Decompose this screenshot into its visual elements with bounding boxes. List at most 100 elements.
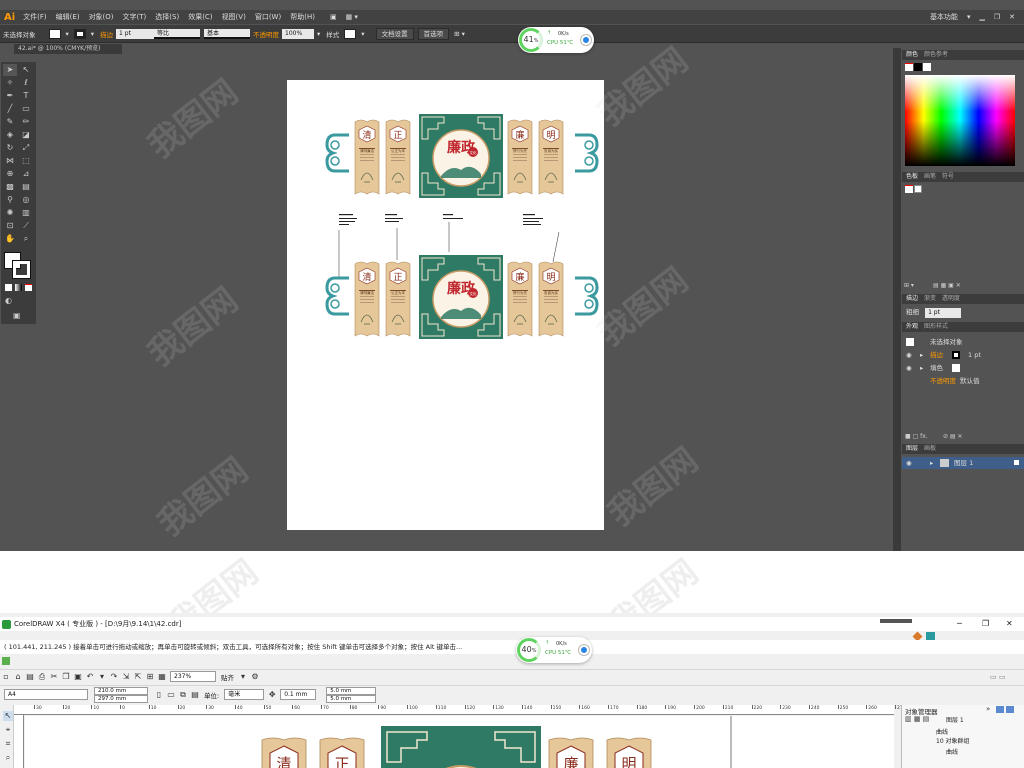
tab-graphic-styles[interactable]: 图形样式 (924, 323, 948, 330)
none-mode-icon[interactable] (25, 284, 32, 291)
expand-arrow-icon[interactable]: ▸ (920, 349, 923, 361)
obj-item-group[interactable]: 10 对象群组 (936, 736, 970, 745)
bridge-icon[interactable]: ▣ (330, 13, 337, 21)
accelerate-icon[interactable] (581, 35, 591, 45)
graphic-style-swatch[interactable] (344, 28, 357, 39)
docker-arrow-icon[interactable]: » (986, 705, 990, 713)
minimize-icon[interactable]: ▁ (979, 13, 984, 21)
document-tab[interactable]: 42.ai* @ 100% (CMYK/预览) (14, 44, 122, 54)
object-manager-toolbar[interactable]: ▥ ▦ ▤ (905, 715, 929, 723)
layer-expand-icon[interactable]: ▸ (930, 457, 933, 469)
menu-window[interactable]: 窗口(W) (255, 12, 281, 22)
stroke-label[interactable]: 描边 (100, 29, 113, 39)
rotate-tool-icon[interactable]: ↻ (3, 142, 17, 154)
page-size-select[interactable]: A4 (4, 689, 88, 700)
none-swatch-2[interactable] (905, 185, 913, 193)
units-select[interactable]: 毫米 (224, 689, 265, 700)
symbol-sprayer-tool-icon[interactable]: ✺ (3, 207, 17, 219)
visibility-eye-icon[interactable]: ◉ (906, 349, 912, 361)
workspace-switcher[interactable]: 基本功能 (930, 12, 958, 22)
toolbar-overflow-icon[interactable]: ▭ ▭ (990, 673, 1005, 681)
panel-lian-2[interactable]: 廉修行为先 (507, 261, 533, 337)
style-dropdown-icon[interactable]: ▾ (361, 30, 364, 38)
accelerate-icon[interactable] (579, 645, 589, 655)
right-endcap-1[interactable] (573, 133, 599, 173)
duplicate-y-field[interactable]: 5.0 mm (326, 694, 377, 703)
vertical-ruler[interactable] (14, 715, 24, 768)
workspace-dropdown-icon[interactable]: ▾ (967, 13, 971, 21)
pen-tool-icon[interactable]: ✒ (3, 90, 17, 102)
column-graph-tool-icon[interactable]: ▥ (19, 207, 33, 219)
menu-edit[interactable]: 编辑(E) (56, 12, 80, 22)
tab-artboards[interactable]: 画板 (924, 445, 936, 452)
all-pages-icon[interactable]: ⧉ (178, 690, 188, 700)
application-launcher-icon[interactable]: ⊞ (145, 672, 155, 682)
zoom-tool-icon[interactable]: ⌕ (19, 233, 33, 245)
hand-tool-icon[interactable]: ✋ (3, 233, 17, 245)
zoom-tool-icon[interactable]: ⌕ (3, 753, 13, 763)
cdr-center-board[interactable] (381, 726, 541, 768)
layer-row[interactable]: ◉ ▸ 图层 1 (902, 457, 1024, 469)
stroke-color-box[interactable] (12, 260, 31, 279)
menu-object[interactable]: 对象(O) (89, 12, 114, 22)
panel-zheng-1[interactable]: 正公正为本 (385, 119, 411, 195)
appearance-stroke-label[interactable]: 描边 (930, 349, 943, 361)
rectangle-tool-icon[interactable]: ▭ (19, 103, 33, 115)
current-page-icon[interactable]: ▤ (190, 690, 200, 700)
visibility-eye-icon[interactable]: ◉ (906, 362, 912, 374)
panel-ming-2[interactable]: 明忠诚为民 (538, 261, 564, 337)
opacity-field[interactable]: 100% (282, 28, 315, 39)
black-swatch[interactable] (914, 63, 922, 71)
nudge-distance-field[interactable]: 0.1 mm (280, 689, 317, 700)
artboard[interactable]: 清清明廉洁 正公正为本 廉政 文化 廉修行为先 明忠诚为民 清清明廉洁 正公正为本… (287, 80, 604, 530)
close-icon[interactable]: ✕ (1009, 13, 1015, 21)
opacity-dropdown-icon[interactable]: ▾ (317, 30, 320, 38)
save-icon[interactable]: ▤ (25, 672, 35, 682)
type-tool-icon[interactable]: T (19, 90, 33, 102)
cdr-panel-qing[interactable]: 清 (261, 737, 307, 768)
document-setup-button[interactable]: 文档设置 (375, 27, 414, 40)
cpu-monitor-widget[interactable]: 40% ↑ 0K/s CPU 51℃ (516, 637, 592, 663)
gradient-tool-icon[interactable]: ▤ (19, 181, 33, 193)
perspective-grid-tool-icon[interactable]: ⊿ (19, 168, 33, 180)
color-mode-icon[interactable] (5, 284, 12, 291)
scale-tool-icon[interactable]: ⤢ (19, 142, 33, 154)
cdr-canvas[interactable]: 清 正 廉 明 (23, 713, 894, 768)
layer-visibility-icon[interactable]: ◉ (906, 457, 912, 469)
paintbrush-tool-icon[interactable]: ✎ (3, 116, 17, 128)
snap-to-menu[interactable]: 贴齐 (221, 672, 234, 682)
panel-dock-strip[interactable] (893, 48, 901, 551)
align-options-icon[interactable]: ⊞ ▾ (454, 30, 465, 38)
stroke-weight-field[interactable]: 1 pt (116, 28, 155, 39)
cpu-monitor-widget[interactable]: 41% ↑ 0K/s CPU 51℃ (518, 27, 594, 53)
right-endcap-2[interactable] (573, 276, 599, 316)
panel-lian-1[interactable]: 廉修行为先 (507, 119, 533, 195)
fill-swatch[interactable] (48, 28, 61, 39)
tab-layers[interactable]: 图层 (906, 445, 918, 452)
appearance-row-stroke[interactable]: ◉ ▸ 描边 1 pt (902, 349, 1024, 361)
left-endcap-1[interactable] (325, 133, 351, 173)
opacity-label[interactable]: 不透明度 (253, 29, 279, 39)
restore-icon[interactable]: ❐ (982, 617, 989, 631)
color-spectrum[interactable] (905, 75, 1015, 166)
layer-name[interactable]: 图层 1 (954, 457, 973, 469)
docker-minimize-icon[interactable] (996, 706, 1004, 713)
eyedropper-tool-icon[interactable]: ⚲ (3, 194, 17, 206)
undo-dropdown-icon[interactable]: ▾ (97, 672, 107, 682)
zoom-level-field[interactable]: 237% (170, 671, 216, 682)
document-icon[interactable] (2, 657, 10, 665)
shape-builder-tool-icon[interactable]: ⊕ (3, 168, 17, 180)
import-icon[interactable]: ⇲ (121, 672, 131, 682)
tab-swatches[interactable]: 色板 (906, 173, 918, 180)
width-tool-icon[interactable]: ⋈ (3, 155, 17, 167)
none-swatch[interactable] (905, 63, 913, 71)
selection-tool-icon[interactable]: ➤ (3, 64, 17, 76)
menu-type[interactable]: 文字(T) (123, 12, 147, 22)
direct-selection-tool-icon[interactable]: ↖ (19, 64, 33, 76)
left-endcap-2[interactable] (325, 276, 351, 316)
menu-help[interactable]: 帮助(H) (290, 12, 315, 22)
paste-icon[interactable]: ▣ (73, 672, 83, 682)
variable-width-profile[interactable]: 等比 (154, 28, 201, 39)
panel-qing-2[interactable]: 清清明廉洁 (354, 261, 380, 337)
tab-appearance[interactable]: 外观 (906, 323, 918, 330)
